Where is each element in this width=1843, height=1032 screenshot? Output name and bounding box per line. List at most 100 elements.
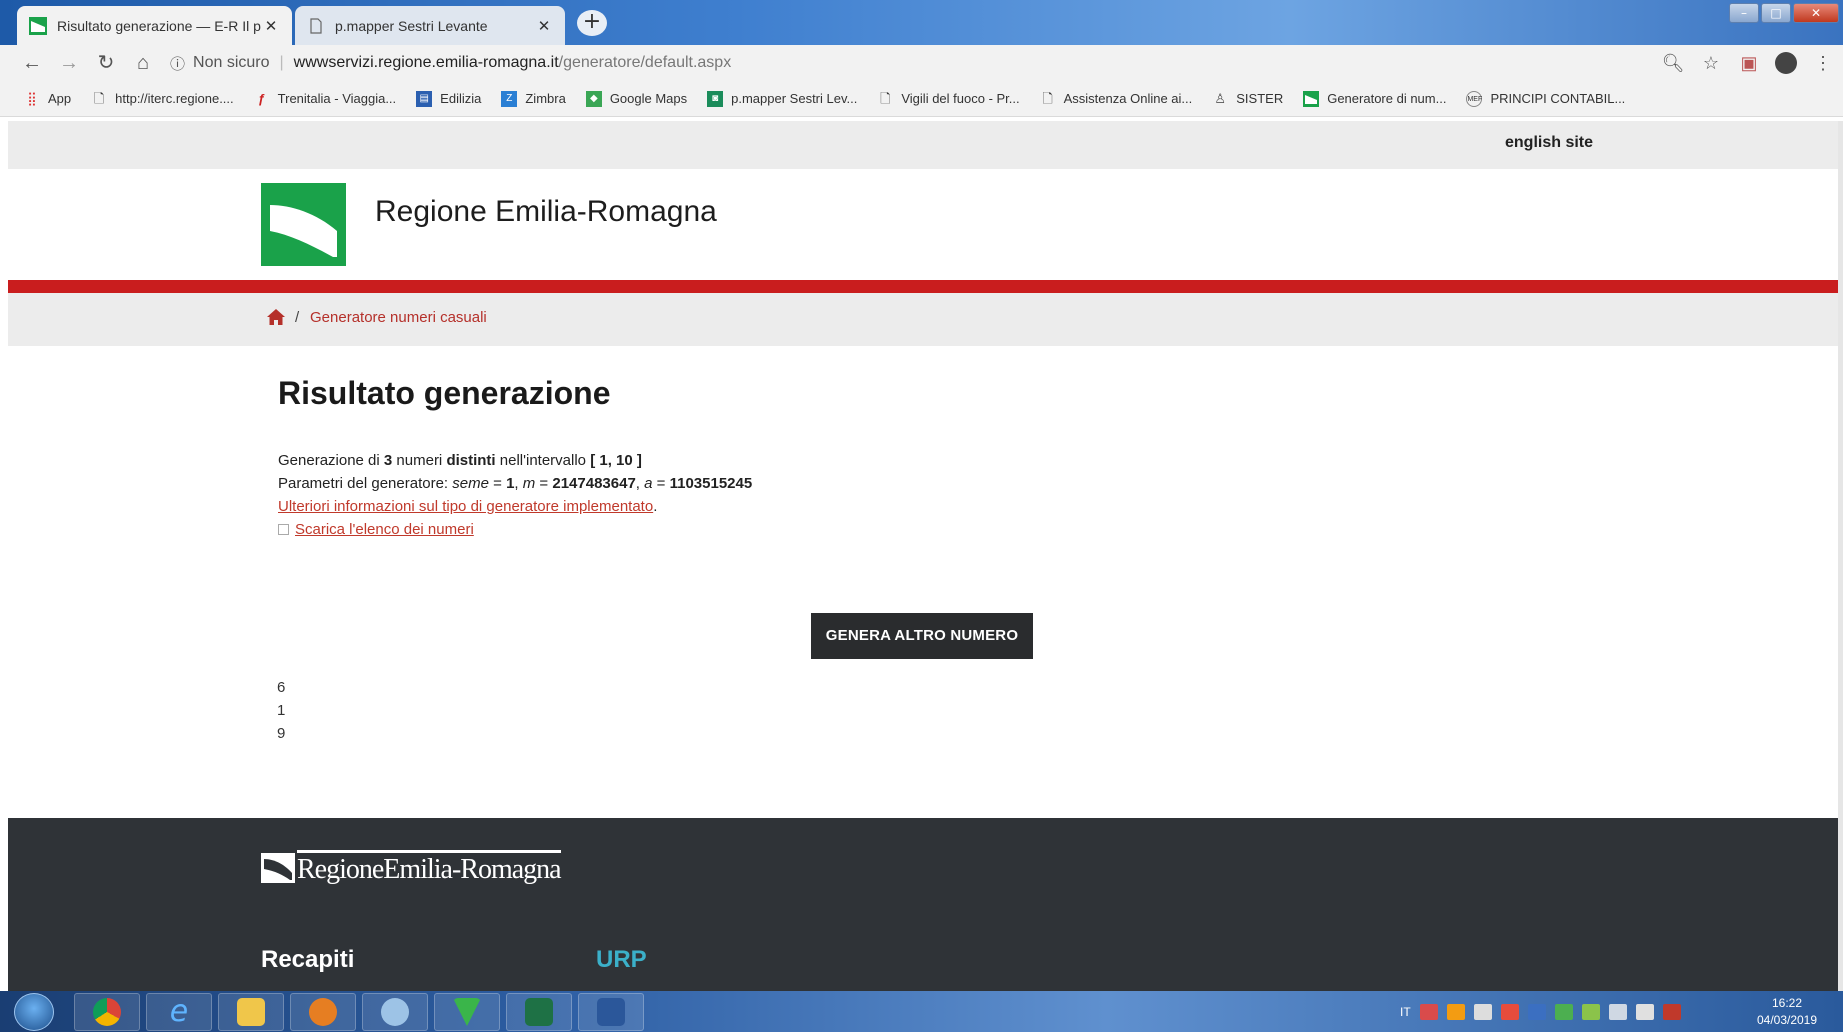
site-title[interactable]: Regione Emilia-Romagna: [375, 195, 717, 229]
taskbar-chrome[interactable]: [74, 993, 140, 1031]
toolbar-actions: 🔍︎ ☆ ▣ ⋮: [1661, 49, 1835, 77]
address-bar[interactable]: ⓘ Non sicuro | wwwservizi.regione.emilia…: [170, 49, 1730, 77]
tab-risultato-generazione[interactable]: Risultato generazione — E-R Il p ✕: [17, 6, 292, 45]
breadcrumb-current[interactable]: Generatore numeri casuali: [310, 309, 487, 326]
tray-app-icon[interactable]: [1554, 1004, 1573, 1020]
footer-logo-text: RegioneEmilia-Romagna: [297, 850, 562, 886]
menu-icon[interactable]: ⋮: [1811, 53, 1835, 74]
list-item: 1: [277, 702, 286, 719]
forward-icon[interactable]: →: [55, 49, 83, 77]
text: ,: [635, 475, 645, 492]
tray-app-icon[interactable]: [1419, 1004, 1438, 1020]
new-tab-button[interactable]: +: [577, 10, 607, 36]
generate-another-button[interactable]: GENERA ALTRO NUMERO: [811, 613, 1033, 659]
bookmark-label: App: [48, 91, 72, 106]
more-info-link[interactable]: Ulteriori informazioni sul tipo di gener…: [278, 498, 653, 515]
reload-icon[interactable]: ↻: [92, 49, 120, 77]
generation-summary: Generazione di 3 numeri distinti nell'in…: [278, 449, 752, 472]
bookmark-app[interactable]: ⣿ App: [24, 91, 71, 107]
bookmark-star-icon[interactable]: ☆: [1699, 53, 1723, 74]
tab-title: Risultato generazione — E-R Il p: [57, 17, 261, 34]
regione-logo[interactable]: [261, 183, 346, 266]
bookmark-label: SISTER: [1236, 91, 1284, 106]
bookmark-principi-contabili[interactable]: MEF PRINCIPI CONTABIL...: [1466, 90, 1625, 107]
taskbar-explorer[interactable]: [218, 993, 284, 1031]
bookmark-label: Generatore di num...: [1327, 91, 1447, 106]
page-icon: 🗋: [1042, 90, 1053, 106]
start-button[interactable]: [14, 993, 54, 1031]
taskbar-vlc[interactable]: [434, 993, 500, 1031]
app-icon: [381, 998, 409, 1026]
volume-icon[interactable]: [1635, 1004, 1654, 1020]
pdf-extension-icon[interactable]: ▣: [1737, 53, 1761, 74]
download-link[interactable]: Scarica l'elenco dei numeri: [295, 521, 474, 538]
footer-urp-heading[interactable]: URP: [596, 946, 647, 974]
text: =: [652, 475, 670, 492]
distinct-label: distinti: [446, 452, 496, 469]
tray-app-icon[interactable]: [1527, 1004, 1546, 1020]
minimize-icon[interactable]: –: [1729, 3, 1759, 23]
home-icon[interactable]: [266, 308, 286, 326]
tab-pmapper[interactable]: p.mapper Sestri Levante ✕: [295, 6, 565, 45]
action-center-flag-icon[interactable]: [1662, 1004, 1681, 1020]
page-scrollbar[interactable]: [1838, 121, 1843, 991]
close-window-icon[interactable]: ✕: [1793, 3, 1839, 23]
bookmark-google-maps[interactable]: ◆ Google Maps: [585, 90, 687, 107]
word-icon: [597, 998, 625, 1026]
bookmark-label: Assistenza Online ai...: [1063, 91, 1193, 106]
taskbar-app[interactable]: [362, 993, 428, 1031]
text: Parametri del generatore:: [278, 475, 453, 492]
back-icon[interactable]: ←: [18, 49, 46, 77]
taskbar-word[interactable]: [578, 993, 644, 1031]
home-icon[interactable]: ⌂: [129, 49, 157, 77]
bookmark-vigili-fuoco[interactable]: 🗋 Vigili del fuoco - Pr...: [877, 91, 1020, 107]
download-line: Scarica l'elenco dei numeri: [278, 518, 752, 541]
sister-icon: ♙: [1214, 90, 1227, 106]
bookmark-generatore[interactable]: Generatore di num...: [1303, 90, 1447, 107]
taskbar-media-player[interactable]: [290, 993, 356, 1031]
tray-app-icon[interactable]: [1473, 1004, 1492, 1020]
maximize-icon[interactable]: □: [1761, 3, 1791, 23]
info-icon[interactable]: ⓘ: [170, 53, 185, 74]
bookmark-edilizia[interactable]: ▤ Edilizia: [416, 90, 481, 107]
triangle-app-icon: [453, 998, 481, 1026]
internet-explorer-icon: e: [169, 994, 189, 1029]
numbers-list: 6 1 9: [277, 676, 285, 745]
taskbar-clock[interactable]: 16:22 04/03/2019: [1742, 995, 1832, 1029]
profile-avatar[interactable]: [1775, 52, 1797, 74]
regione-flag-icon: [261, 853, 295, 883]
system-tray: IT: [1400, 995, 1681, 1029]
taskbar-ie[interactable]: e: [146, 993, 212, 1031]
bookmark-assistenza[interactable]: 🗋 Assistenza Online ai...: [1040, 90, 1193, 107]
close-tab-icon[interactable]: ✕: [262, 17, 280, 35]
page-icon: [310, 17, 322, 34]
zoom-icon[interactable]: 🔍︎: [1661, 53, 1685, 74]
bookmark-label: Trenitalia - Viaggia...: [277, 91, 397, 106]
tray-app-icon[interactable]: [1500, 1004, 1519, 1020]
regione-flag-icon: [29, 16, 47, 35]
range-value: [ 1, 10 ]: [590, 452, 642, 469]
close-tab-icon[interactable]: ✕: [535, 17, 553, 35]
taskbar-excel[interactable]: [506, 993, 572, 1031]
address-divider: |: [279, 54, 284, 71]
bookmark-pmapper[interactable]: ◙ p.mapper Sestri Lev...: [707, 90, 857, 107]
clock-time: 16:22: [1771, 996, 1803, 1010]
breadcrumb: / Generatore numeri casuali: [8, 293, 1838, 346]
bookmark-iterc[interactable]: 🗋 http://iterc.regione....: [91, 91, 234, 107]
tray-app-icon[interactable]: [1446, 1004, 1465, 1020]
network-icon[interactable]: [1608, 1004, 1627, 1020]
count-value: 3: [383, 452, 393, 469]
english-site-link[interactable]: english site: [1505, 134, 1593, 152]
footer-logo[interactable]: RegioneEmilia-Romagna: [261, 848, 562, 888]
text: nell'intervallo: [495, 452, 591, 469]
tray-app-icon[interactable]: [1581, 1004, 1600, 1020]
bookmark-zimbra[interactable]: Z Zimbra: [501, 90, 566, 107]
list-item: 6: [277, 679, 286, 696]
bookmark-label: http://iterc.regione....: [115, 91, 234, 106]
chrome-icon: [93, 998, 121, 1026]
browser-toolbar: ← → ↻ ⌂ ⓘ Non sicuro | wwwservizi.region…: [0, 45, 1843, 81]
seed-label: seme: [452, 475, 489, 492]
language-indicator[interactable]: IT: [1400, 1005, 1411, 1019]
bookmark-sister[interactable]: ♙ SISTER: [1212, 91, 1283, 107]
bookmark-trenitalia[interactable]: ƒ Trenitalia - Viaggia...: [254, 91, 397, 107]
